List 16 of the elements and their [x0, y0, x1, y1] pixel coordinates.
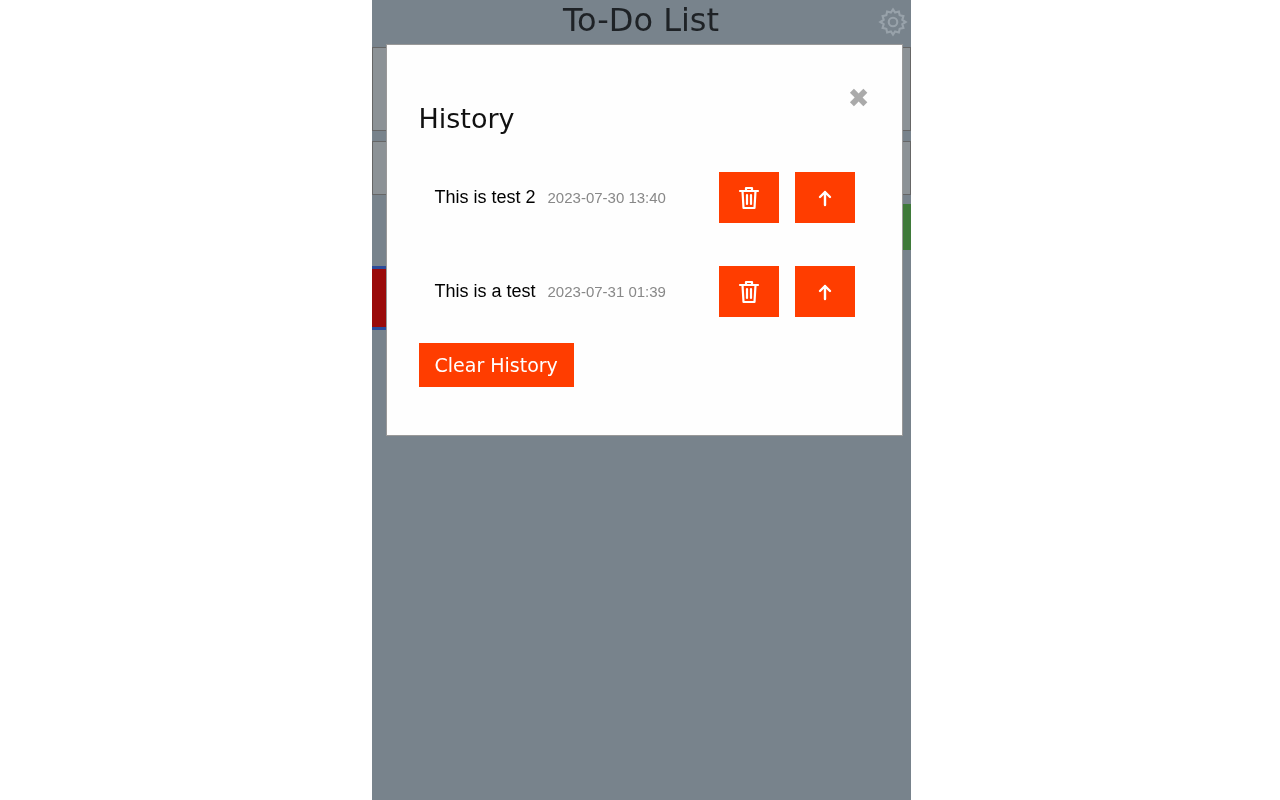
history-item-time: 2023-07-30 13:40 — [547, 189, 666, 206]
history-item-time: 2023-07-31 01:39 — [547, 283, 666, 300]
trash-icon — [737, 278, 760, 305]
history-item-text: This is a test — [434, 281, 536, 302]
clear-history-button[interactable]: Clear History — [418, 343, 574, 387]
close-button[interactable]: ✖ — [847, 85, 870, 111]
trash-icon — [737, 184, 760, 211]
up-arrow-icon — [816, 188, 833, 207]
delete-button[interactable] — [718, 266, 779, 317]
restore-button[interactable] — [794, 172, 855, 223]
history-item-text: This is test 2 — [434, 187, 536, 208]
restore-button[interactable] — [794, 266, 855, 317]
dialog-title: History — [418, 103, 515, 134]
app-title: To-Do List — [562, 0, 720, 40]
delete-button[interactable] — [718, 172, 779, 223]
up-arrow-icon — [816, 282, 833, 301]
